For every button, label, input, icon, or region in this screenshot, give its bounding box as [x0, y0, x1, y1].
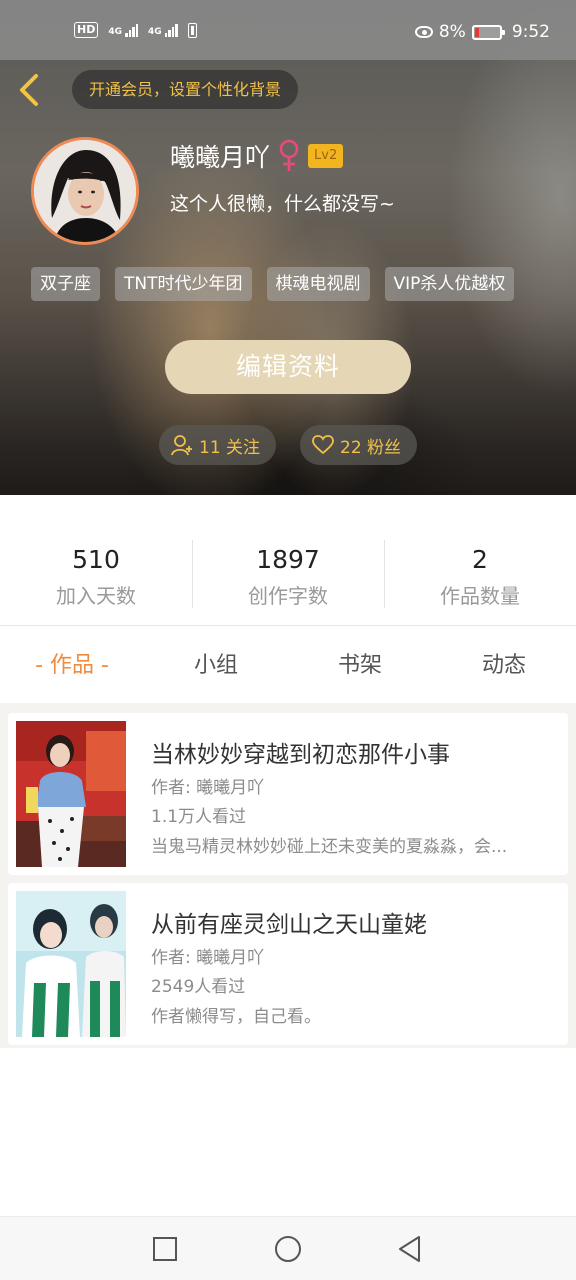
stat-value: 1897	[256, 545, 320, 574]
tag-vip[interactable]: VIP杀人优越权	[384, 267, 515, 301]
fans-button[interactable]: 22 粉丝	[300, 425, 417, 465]
clock: 9:52	[511, 22, 550, 42]
tag-hikaru-drama[interactable]: 棋魂电视剧	[266, 267, 370, 301]
hd-icon: HD	[74, 22, 99, 38]
back-triangle-icon[interactable]	[394, 1233, 426, 1265]
signal-icon-2: 4G	[148, 23, 178, 37]
avatar-image	[34, 140, 136, 242]
stat-value: 510	[72, 545, 120, 574]
tab-groups[interactable]: 小组	[144, 636, 288, 696]
add-user-icon	[171, 435, 192, 456]
username-row: 曦曦月吖 Lv2	[170, 138, 344, 174]
sim-icon	[187, 22, 197, 38]
profile-stats: 510 加入天数 1897 创作字数 2 作品数量	[0, 530, 576, 625]
avatar[interactable]	[31, 137, 139, 245]
tab-bookshelf[interactable]: 书架	[288, 636, 432, 696]
work-description: 当鬼马精灵林妙妙碰上还未变美的夏淼淼，会...	[151, 837, 508, 857]
work-views: 2549人看过	[151, 977, 246, 997]
work-title: 当林妙妙穿越到初恋那件小事	[151, 742, 450, 768]
stat-word-count: 1897 创作字数	[192, 530, 384, 625]
stat-label: 作品数量	[440, 584, 520, 608]
divider	[0, 625, 576, 626]
work-description: 作者懒得写，自己看。	[151, 1007, 321, 1027]
username: 曦曦月吖	[170, 143, 271, 172]
work-views: 1.1万人看过	[151, 807, 247, 827]
tab-activity[interactable]: 动态	[432, 636, 576, 696]
edit-profile-button[interactable]: 编辑资料	[165, 340, 411, 394]
battery-icon	[471, 24, 505, 40]
works-list: 当林妙妙穿越到初恋那件小事 作者: 曦曦月吖 1.1万人看过 当鬼马精灵林妙妙碰…	[0, 703, 576, 1048]
system-nav-bar	[0, 1216, 576, 1280]
stat-value: 2	[472, 545, 488, 574]
stat-label: 加入天数	[56, 584, 136, 608]
fans-label: 22 粉丝	[340, 437, 402, 458]
following-button[interactable]: 11 关注	[159, 425, 276, 465]
stat-works-count: 2 作品数量	[384, 530, 576, 625]
eye-icon	[414, 26, 433, 38]
profile-header: HD 4G 4G 8% 9:52 开通会员，设置个性化背景 曦曦月吖 Lv2 这…	[0, 0, 576, 495]
back-chevron-icon[interactable]	[16, 72, 46, 108]
bio-text: 这个人很懒，什么都没写~	[170, 193, 395, 215]
recent-apps-square-icon[interactable]	[149, 1233, 181, 1265]
work-cover-image	[16, 891, 126, 1037]
female-icon	[279, 139, 299, 171]
interest-tags: 双子座 TNT时代少年团 棋魂电视剧 VIP杀人优越权	[31, 267, 515, 301]
stat-join-days: 510 加入天数	[0, 530, 192, 625]
work-card[interactable]: 当林妙妙穿越到初恋那件小事 作者: 曦曦月吖 1.1万人看过 当鬼马精灵林妙妙碰…	[8, 713, 568, 875]
status-right: 8% 9:52	[414, 22, 550, 42]
work-title: 从前有座灵剑山之天山童姥	[151, 912, 427, 938]
work-author: 作者: 曦曦月吖	[151, 948, 265, 968]
following-label: 11 关注	[199, 437, 261, 458]
signal-icon: 4G	[108, 23, 138, 37]
heart-icon	[312, 435, 334, 455]
tag-zodiac[interactable]: 双子座	[31, 267, 100, 301]
stat-label: 创作字数	[248, 584, 328, 608]
profile-tabs: - 作品 - 小组 书架 动态	[0, 636, 576, 696]
battery-percent: 8%	[438, 22, 466, 42]
work-cover-image	[16, 721, 126, 867]
home-circle-icon[interactable]	[272, 1233, 304, 1265]
tab-works[interactable]: - 作品 -	[0, 636, 144, 696]
work-author: 作者: 曦曦月吖	[151, 778, 265, 798]
status-left: HD 4G 4G	[74, 22, 197, 38]
work-card[interactable]: 从前有座灵剑山之天山童姥 作者: 曦曦月吖 2549人看过 作者懒得写，自己看。	[8, 883, 568, 1045]
level-badge: Lv2	[308, 144, 344, 168]
tag-tnt[interactable]: TNT时代少年团	[115, 267, 252, 301]
vip-background-prompt[interactable]: 开通会员，设置个性化背景	[72, 70, 299, 109]
status-bar: HD 4G 4G 8% 9:52	[0, 0, 576, 60]
